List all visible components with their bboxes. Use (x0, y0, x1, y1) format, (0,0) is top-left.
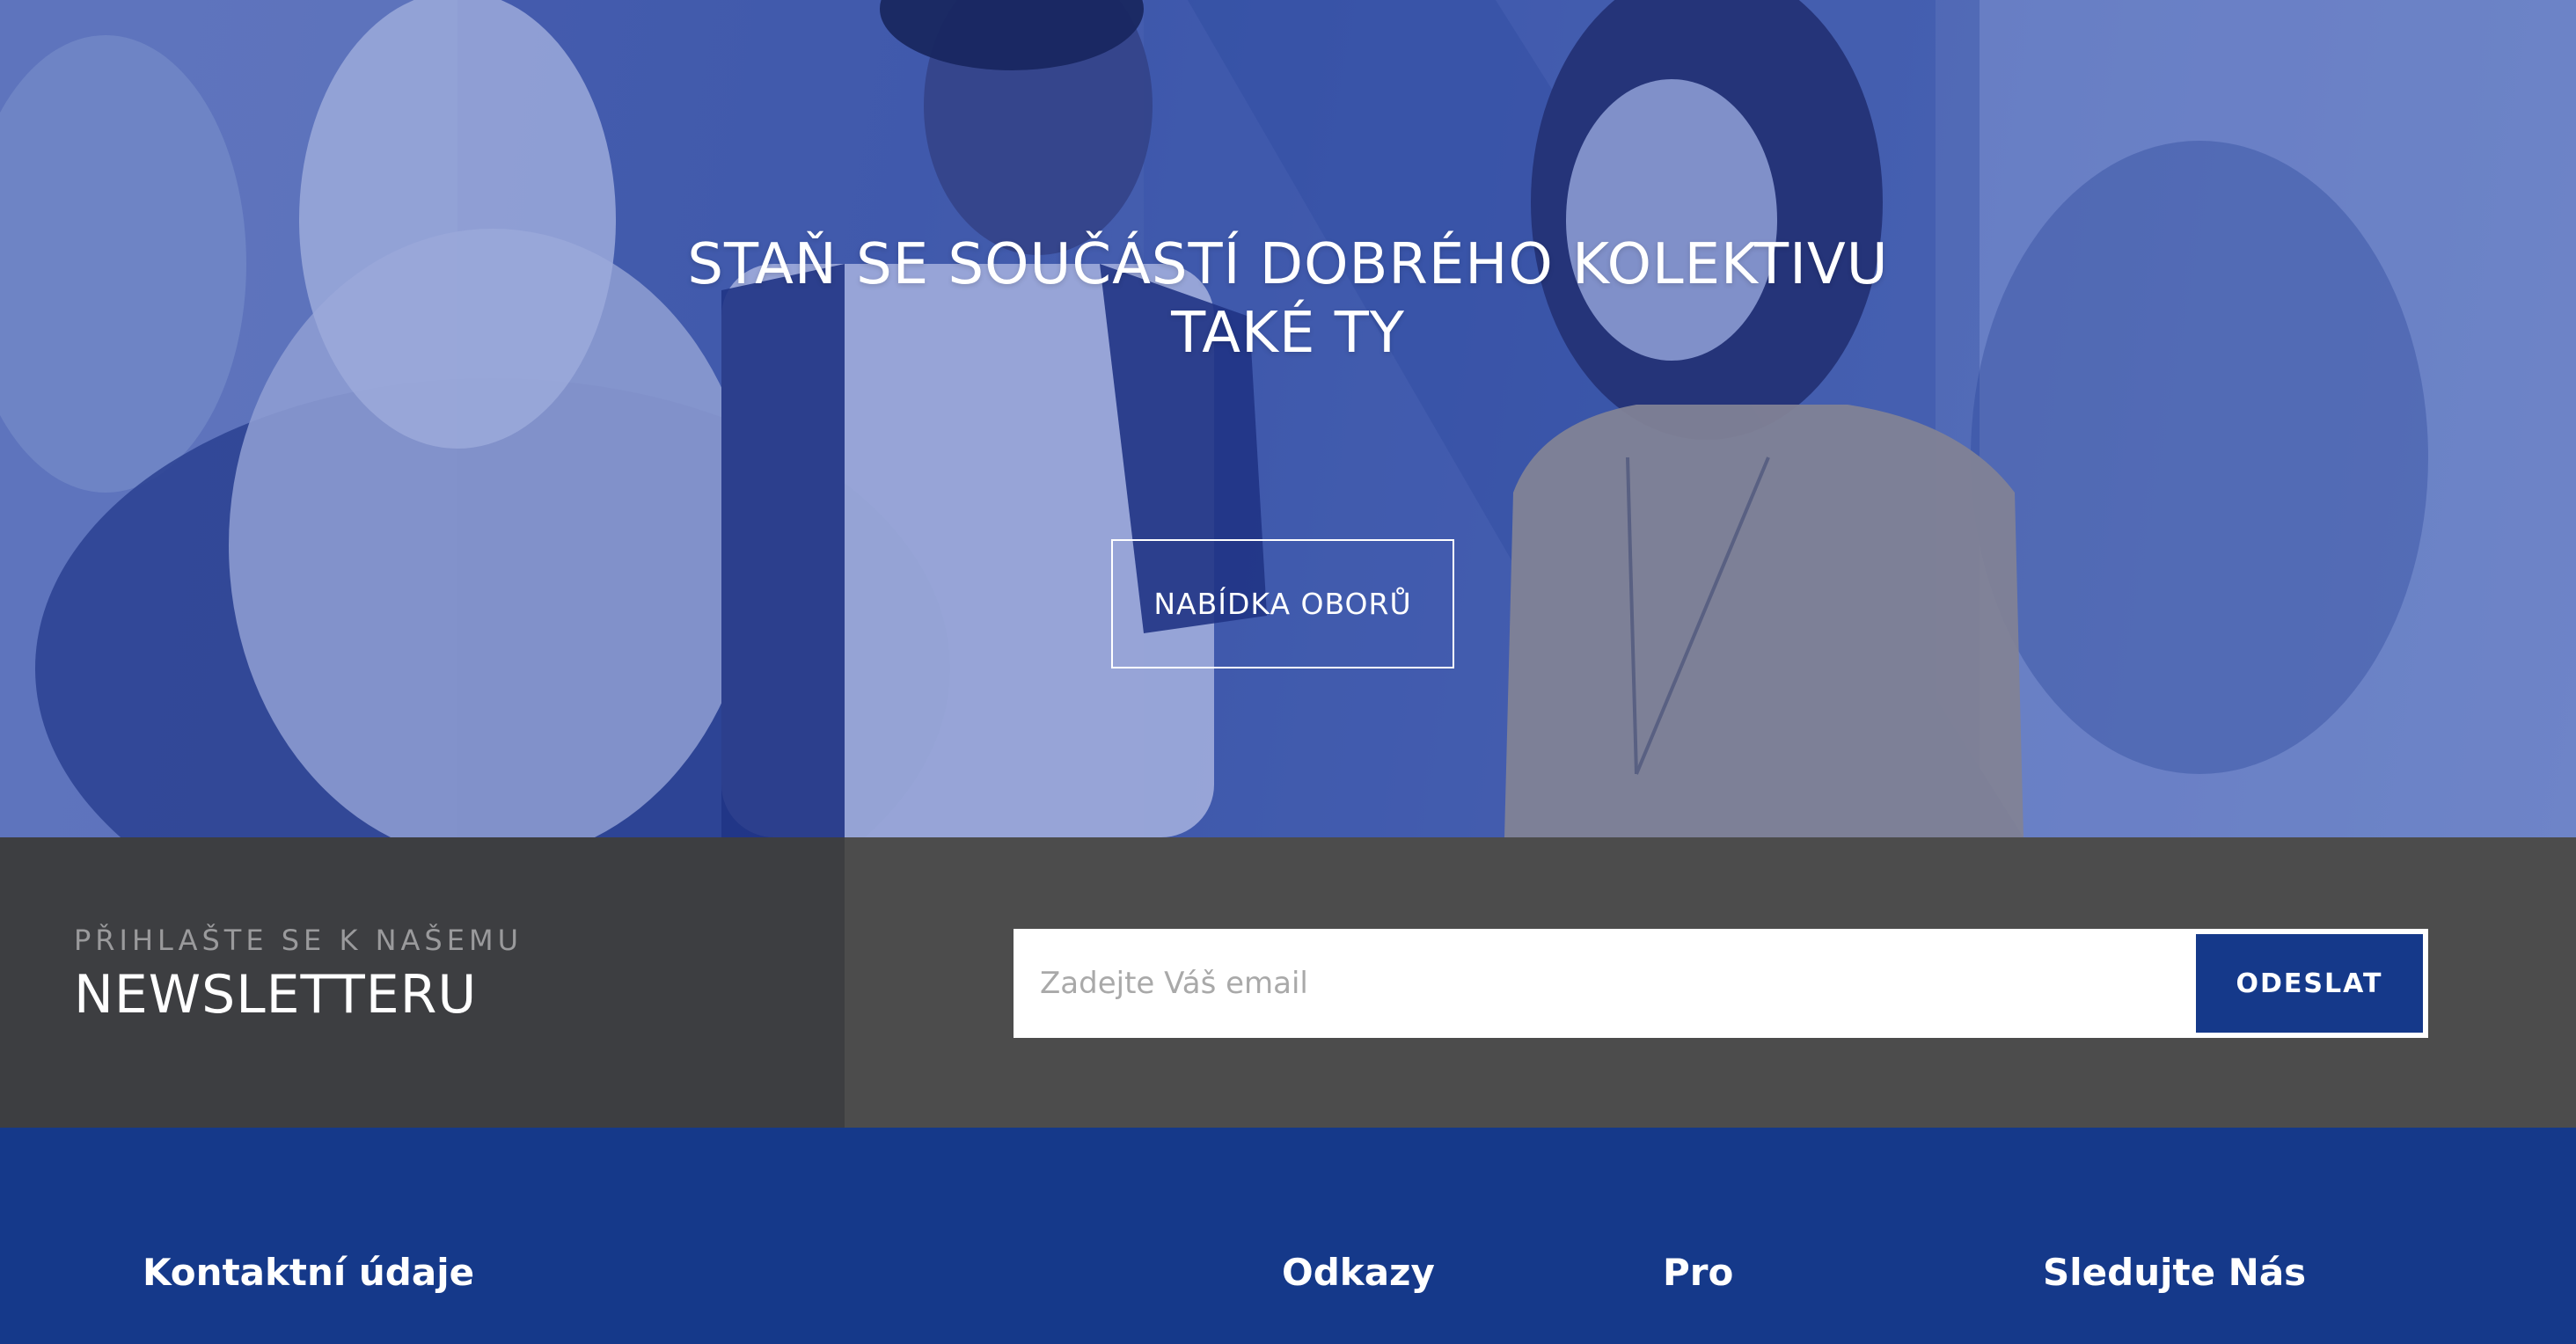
hero-title-line-1: STAŇ SE SOUČÁSTÍ DOBRÉHO KOLEKTIVU (687, 232, 1889, 297)
hero-title-line-2: TAKÉ TY (1171, 301, 1405, 366)
newsletter-heading: NEWSLETTERU (74, 964, 478, 1026)
newsletter-kicker: PŘIHLAŠTE SE K NAŠEMU (74, 924, 523, 957)
hero-color-overlay (0, 0, 2576, 837)
site-footer: Kontaktní údaje Odkazy Pro Sledujte Nás (0, 1128, 2576, 1344)
footer-title-contact: Kontaktní údaje (143, 1251, 475, 1294)
newsletter-section: PŘIHLAŠTE SE K NAŠEMU NEWSLETTERU ODESLA… (0, 837, 2576, 1128)
hero-title: STAŇ SE SOUČÁSTÍ DOBRÉHO KOLEKTIVU TAKÉ … (0, 230, 2576, 368)
footer-title-follow-us: Sledujte Nás (2043, 1251, 2307, 1294)
newsletter-submit-button[interactable]: ODESLAT (2196, 934, 2423, 1033)
newsletter-label-panel: PŘIHLAŠTE SE K NAŠEMU NEWSLETTERU (0, 837, 845, 1128)
newsletter-form: ODESLAT (1014, 929, 2428, 1038)
hero-section: STAŇ SE SOUČÁSTÍ DOBRÉHO KOLEKTIVU TAKÉ … (0, 0, 2576, 837)
footer-title-for: Pro (1663, 1251, 1734, 1294)
newsletter-email-input[interactable] (1014, 929, 2192, 1038)
study-programs-button[interactable]: NABÍDKA OBORŮ (1111, 539, 1454, 668)
footer-title-links: Odkazy (1282, 1251, 1435, 1294)
